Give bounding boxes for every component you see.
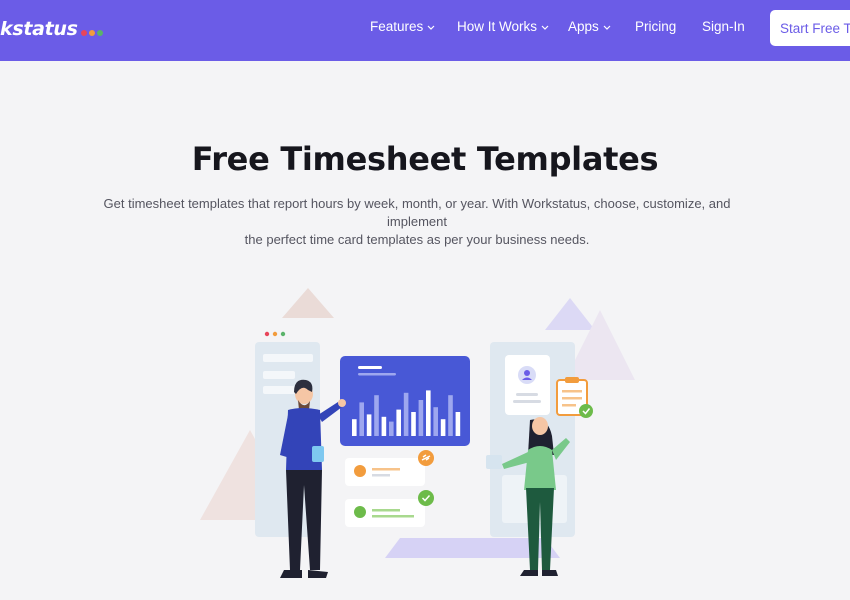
nav-item-apps[interactable]: Apps [568, 19, 611, 34]
nav-item-sign-in[interactable]: Sign-In [702, 19, 745, 34]
chart-bar [359, 402, 364, 436]
start-free-trial-button[interactable]: Start Free Tr [770, 10, 850, 46]
nav-item-label: Features [370, 19, 424, 34]
chart-bar [433, 407, 438, 436]
nav-item-label: How It Works [457, 19, 538, 34]
chart-bar [389, 421, 394, 436]
chart-bar [455, 412, 461, 436]
chart-bar [418, 400, 424, 436]
nav-item-label: Pricing [635, 19, 677, 34]
chart-bar [403, 392, 409, 436]
hero-subtitle-line-1: Get timesheet templates that report hour… [103, 196, 731, 229]
hero-illustration [200, 288, 635, 578]
chart-bar [411, 412, 416, 436]
chart-bar [396, 409, 401, 436]
chevron-down-icon [541, 25, 549, 30]
chart-bar [374, 395, 379, 436]
nav-item-features[interactable]: Features [370, 19, 435, 34]
nav-links: Features How It Works Apps Pricing Sign-… [0, 0, 850, 61]
chevron-down-icon [427, 25, 435, 30]
user-profile-card [505, 355, 550, 415]
bg-triangle-icon [545, 298, 595, 330]
hero-subtitle-line-2: the perfect time card templates as per y… [244, 232, 590, 247]
chart-bar [426, 390, 431, 436]
top-navbar: kstatus Features How It Works Apps Prici… [0, 0, 850, 61]
chart-bar [352, 419, 357, 436]
checkmark-badge-icon [418, 490, 434, 506]
nav-item-how-it-works[interactable]: How It Works [457, 19, 549, 34]
chevron-down-icon [603, 25, 611, 30]
page-title: Free Timesheet Templates [191, 140, 659, 178]
nav-item-pricing[interactable]: Pricing [635, 19, 676, 34]
bg-triangle-icon [282, 288, 334, 318]
checkmark-badge-icon [579, 404, 593, 418]
hero-subtitle: Get timesheet templates that report hour… [80, 195, 754, 249]
chart-bar [448, 395, 453, 436]
nav-item-label: Sign-In [702, 19, 745, 34]
chart-bar [366, 414, 372, 436]
nav-item-label: Apps [568, 19, 599, 34]
chart-bar [381, 416, 387, 436]
chart-bar [440, 419, 446, 436]
